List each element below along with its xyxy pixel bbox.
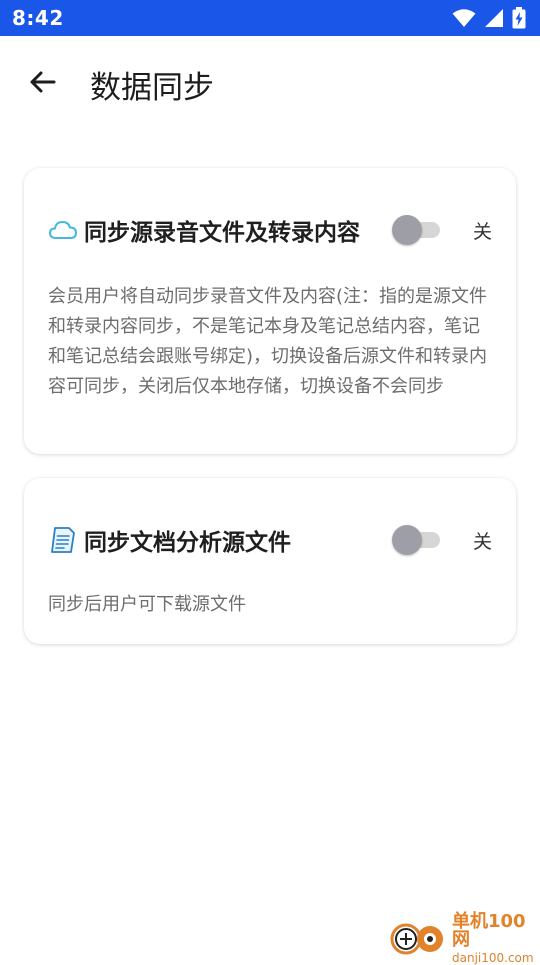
toggle-thumb bbox=[392, 215, 422, 245]
toggle-state-label: 关 bbox=[472, 530, 492, 553]
watermark-logo-icon bbox=[388, 918, 448, 958]
sync-recording-toggle[interactable] bbox=[392, 215, 444, 245]
card-title: 同步源录音文件及转录内容 bbox=[84, 220, 360, 246]
toggle-thumb bbox=[392, 525, 422, 555]
back-button[interactable] bbox=[22, 64, 62, 104]
status-time: 8:42 bbox=[12, 6, 64, 30]
watermark-url: danji100.com bbox=[452, 950, 534, 965]
sync-document-card: 同步文档分析源文件 关 同步后用户可下载源文件 bbox=[24, 478, 516, 644]
status-bar: 8:42 bbox=[0, 0, 540, 36]
card-header: 同步源录音文件及转录内容 关 bbox=[48, 208, 492, 252]
sync-recording-card: 同步源录音文件及转录内容 关 会员用户将自动同步录音文件及内容(注：指的是源文件… bbox=[24, 168, 516, 454]
watermark-text: 单机100网 danji100.com bbox=[452, 910, 538, 965]
card-title: 同步文档分析源文件 bbox=[84, 530, 291, 556]
app-bar: 数据同步 bbox=[0, 36, 540, 132]
status-icons bbox=[452, 7, 526, 29]
sync-document-toggle[interactable] bbox=[392, 525, 444, 555]
watermark-name: 单机100网 bbox=[452, 910, 526, 950]
card-description: 同步后用户可下载源文件 bbox=[48, 594, 246, 615]
arrow-left-icon bbox=[28, 70, 56, 98]
signal-icon bbox=[484, 8, 504, 28]
card-description: 会员用户将自动同步录音文件及内容(注：指的是源文件和转录内容同步，不是笔记本身及… bbox=[48, 286, 488, 397]
document-icon bbox=[48, 525, 78, 555]
battery-charging-icon bbox=[512, 7, 526, 29]
cloud-icon bbox=[48, 215, 78, 245]
wifi-icon bbox=[452, 8, 476, 28]
watermark: 单机100网 danji100.com bbox=[388, 912, 538, 964]
toggle-state-label: 关 bbox=[472, 220, 492, 243]
card-header: 同步文档分析源文件 关 bbox=[48, 518, 492, 562]
page-title: 数据同步 bbox=[90, 69, 214, 106]
